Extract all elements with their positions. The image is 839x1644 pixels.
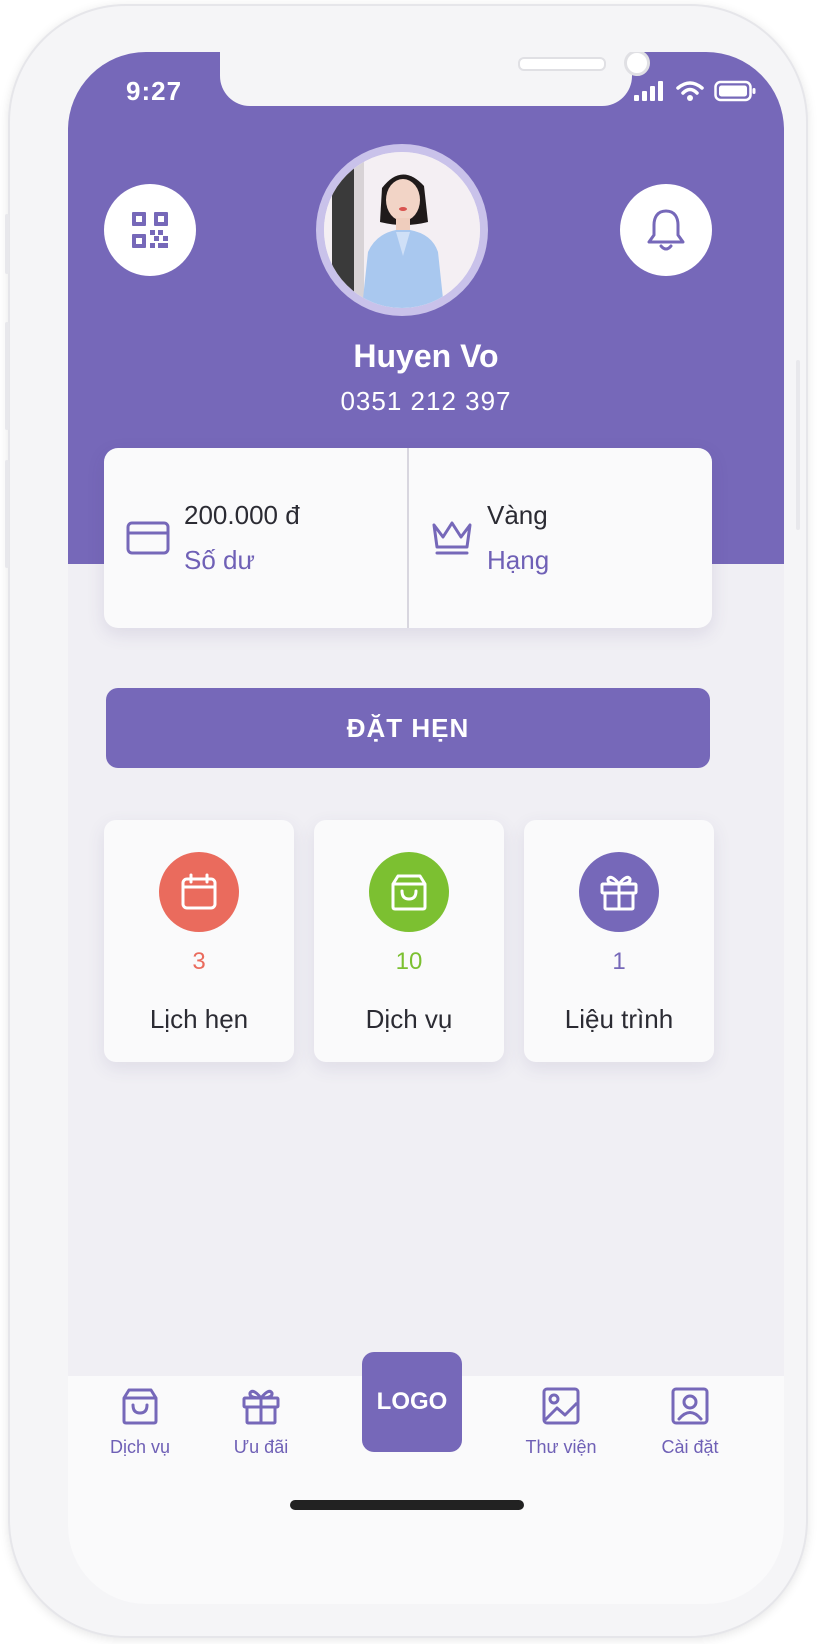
- tile-appointments[interactable]: 3 Lịch hẹn: [104, 820, 294, 1062]
- logo-button[interactable]: LOGO: [362, 1352, 462, 1452]
- status-icons: [634, 80, 756, 102]
- cellular-signal-icon: [634, 81, 663, 101]
- tile-icon-circle: [579, 852, 659, 932]
- tile-label: Dịch vụ: [365, 1004, 453, 1034]
- rank-cell[interactable]: Vàng Hạng: [407, 448, 712, 628]
- volume-down-button: [5, 460, 9, 568]
- qr-code-button[interactable]: [104, 184, 196, 276]
- nav-label: Thư viện: [525, 1437, 597, 1457]
- bag-icon: [122, 1388, 158, 1425]
- rank-value: Vàng: [487, 500, 548, 530]
- tile-count: 10: [395, 948, 423, 975]
- nav-item-gallery[interactable]: Thư viện: [501, 1386, 621, 1458]
- tile-services[interactable]: 10 Dịch vụ: [314, 820, 504, 1062]
- nav-label: Dịch vụ: [109, 1437, 171, 1457]
- rank-label: Hạng: [487, 545, 550, 575]
- notification-button[interactable]: [620, 184, 712, 276]
- user-name: Huyen Vo: [353, 338, 499, 374]
- bag-icon: [391, 874, 427, 911]
- avatar[interactable]: [324, 152, 480, 308]
- status-time: 9:27: [126, 76, 183, 106]
- battery-icon: [714, 80, 756, 102]
- nav-item-settings[interactable]: Cài đặt: [630, 1386, 750, 1458]
- tile-treatments[interactable]: 1 Liệu trình: [524, 820, 714, 1062]
- balance-value: 200.000 đ: [184, 500, 300, 530]
- nav-label: Ưu đãi: [233, 1437, 289, 1457]
- tile-icon-circle: [159, 852, 239, 932]
- screen: 9:27 Huyen Vo 0351 212 397 200.000 đ Số …: [68, 52, 784, 1604]
- wifi-icon: [676, 81, 704, 101]
- nav-item-services[interactable]: Dịch vụ: [80, 1386, 200, 1458]
- tile-label: Liệu trình: [564, 1004, 674, 1034]
- phone-frame: 9:27 Huyen Vo 0351 212 397 200.000 đ Số …: [5, 4, 808, 1638]
- nav-item-offers[interactable]: Ưu đãi: [201, 1386, 321, 1458]
- gift-icon: [600, 875, 638, 911]
- home-indicator: [290, 1500, 524, 1510]
- tile-count: 3: [192, 948, 206, 975]
- bottom-nav: Dịch vụ Ưu đãi LOGO Thư viện Cài đặt: [68, 1352, 784, 1604]
- volume-up-button: [5, 322, 9, 430]
- balance-label: Số dư: [184, 545, 255, 575]
- summary-card: 200.000 đ Số dư Vàng Hạng: [104, 448, 712, 628]
- balance-cell[interactable]: 200.000 đ Số dư: [104, 448, 407, 628]
- credit-card-icon: [126, 521, 170, 555]
- gift-icon: [242, 1389, 280, 1425]
- book-appointment-button[interactable]: ĐẶT HẸN: [106, 688, 710, 768]
- tile-icon-circle: [369, 852, 449, 932]
- tile-label: Lịch hẹn: [149, 1004, 249, 1034]
- user-card-icon: [671, 1387, 709, 1425]
- crown-icon: [432, 521, 472, 555]
- nav-label: Cài đặt: [661, 1437, 719, 1457]
- tile-count: 1: [612, 948, 626, 975]
- image-icon: [542, 1387, 580, 1425]
- profile-photo: [324, 152, 480, 308]
- power-button: [796, 360, 800, 530]
- user-phone: 0351 212 397: [340, 386, 512, 416]
- mute-switch: [5, 214, 9, 274]
- calendar-icon: [181, 873, 217, 910]
- bell-icon: [647, 209, 685, 251]
- avatar-ring: [316, 144, 488, 316]
- speaker: [518, 57, 606, 71]
- qr-code-icon: [132, 212, 168, 248]
- notch: [220, 52, 650, 106]
